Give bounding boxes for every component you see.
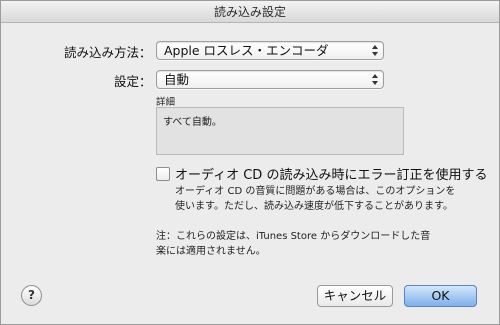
error-correction-checkbox[interactable] xyxy=(156,167,170,181)
store-note: 注：これらの設定は、iTunes Store からダウンロードした音 楽には適用… xyxy=(156,229,456,259)
popup-arrows-icon xyxy=(372,74,378,85)
ok-button[interactable]: OK xyxy=(404,285,477,307)
description-line: オーディオ CD の音質に問題がある場合は、このオプションを xyxy=(175,186,456,197)
error-correction-label[interactable]: オーディオ CD の読み込み時にエラー訂正を使用する xyxy=(175,164,487,183)
settings-value: 自動 xyxy=(164,72,190,87)
details-text: すべて自動。 xyxy=(163,117,222,128)
help-icon[interactable]: ? xyxy=(21,285,42,306)
popup-arrows-icon xyxy=(372,45,378,56)
settings-label: 設定： xyxy=(114,74,152,89)
import-method-value: Apple ロスレス・エンコーダ xyxy=(164,43,329,58)
cancel-button[interactable]: キャンセル xyxy=(317,285,393,307)
import-method-popup[interactable]: Apple ロスレス・エンコーダ xyxy=(156,41,384,60)
import-settings-dialog: 読み込み設定 読み込み方法： Apple ロスレス・エンコーダ 設定： 自動 詳… xyxy=(0,0,500,325)
note-line: 楽には適用されません。 xyxy=(156,246,266,257)
title-bar: 読み込み設定 xyxy=(1,1,499,23)
details-box: すべて自動。 xyxy=(156,107,404,155)
details-label: 詳細 xyxy=(156,97,176,108)
window-title: 読み込み設定 xyxy=(213,5,286,19)
settings-popup[interactable]: 自動 xyxy=(156,70,384,89)
description-line: 使います。ただし、読み込み速度が低下することがあります。 xyxy=(175,201,453,212)
import-method-label: 読み込み方法： xyxy=(64,45,152,60)
note-line: 注：これらの設定は、iTunes Store からダウンロードした音 xyxy=(156,231,431,242)
error-correction-description: オーディオ CD の音質に問題がある場合は、このオプションを 使います。ただし、… xyxy=(175,184,465,214)
